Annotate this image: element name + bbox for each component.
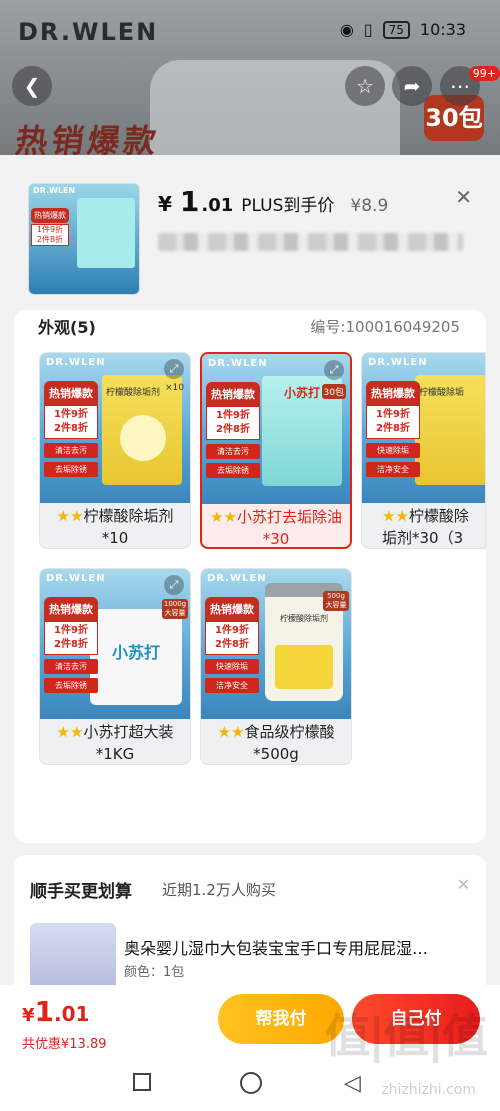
total-discount: 共优惠¥13.89 [22, 1037, 107, 1052]
selected-product-thumbnail[interactable]: DR.WLEN 热销爆款 1件9折 2件8折 [28, 183, 140, 295]
addon-product-color: 颜色：1包 [124, 965, 185, 980]
hot-sale-tag: 热销爆款 1件9折 2件8折 快速除垢 洁净安全 [366, 381, 420, 481]
price-display: ¥1.01 PLUS到手价 ¥8.9 [158, 185, 389, 218]
option-citric-acid-500g[interactable]: DR.WLEN 柠檬酸除垢剂 热销爆款 1件9折 2件8折 快速除垢 洁净安全 5… [200, 568, 352, 765]
thumb-brand: DR.WLEN [33, 186, 76, 195]
expand-icon[interactable]: ⤢ [164, 359, 184, 379]
addon-title: 顺手买更划算 [30, 882, 132, 902]
cart-count-badge: 99+ [468, 66, 500, 81]
hot-sale-tag: 热销爆款 1件9折 2件8折 清洁去污 去垢除锈 [206, 382, 260, 482]
nav-square-icon[interactable] [133, 1073, 151, 1091]
option-label: ★★小苏打去垢除油*30 [210, 508, 342, 548]
option-baking-soda-1kg[interactable]: DR.WLEN 小苏打 热销爆款 1件9折 2件8折 清洁去污 去垢除锈 ⤢ 10… [39, 568, 191, 765]
sheet-header: DR.WLEN 热销爆款 1件9折 2件8折 ¥1.01 PLUS到手价 ¥8.9… [0, 155, 500, 310]
total-price: ¥1.01 [22, 995, 90, 1028]
plus-price-label: PLUS到手价 [241, 196, 335, 216]
clock: 10:33 [419, 20, 466, 39]
option-label: ★★小苏打超大装*1KG [56, 723, 174, 763]
expand-icon[interactable]: ⤢ [324, 360, 344, 380]
favorite-icon[interactable]: ☆ [345, 66, 385, 106]
option-label: ★★柠檬酸除垢剂*10 [56, 507, 174, 547]
option-label: ★★食品级柠檬酸*500g [217, 723, 335, 763]
options-card: 外观(5) 编号:100016049205 DR.WLEN 柠檬酸除垢剂 热销爆… [14, 310, 486, 843]
thumb-discount: 1件9折 2件8折 [31, 224, 69, 246]
option-lemon-10[interactable]: DR.WLEN 柠檬酸除垢剂 热销爆款 1件9折 2件8折 清洁去污 去垢除锈 ⤢… [39, 352, 191, 549]
vibrate-icon: ▯ [363, 20, 373, 39]
addon-product-name[interactable]: 奥朵婴儿湿巾大包装宝宝手口专用屁屁湿… [124, 935, 474, 959]
hot-sale-tag: 热销爆款 1件9折 2件8折 清洁去污 去垢除锈 [44, 381, 98, 481]
blurred-product-title [158, 233, 463, 251]
watermark: 值|值|值 [324, 1009, 488, 1063]
hot-sale-tag: 热销爆款 1件9折 2件8折 快速除垢 洁净安全 [205, 597, 259, 697]
expand-icon[interactable]: ⤢ [164, 575, 184, 595]
package-image: 小苏打 [90, 609, 182, 705]
package-image: 柠檬酸除垢 [415, 375, 485, 485]
addon-subtitle: 近期1.2万人购买 [162, 881, 276, 899]
sku-selector-sheet: DR.WLEN 热销爆款 1件9折 2件8折 ¥1.01 PLUS到手价 ¥8.9… [0, 155, 500, 995]
original-price: ¥8.9 [350, 196, 389, 216]
battery-icon: 75 [382, 20, 410, 39]
nav-back-icon[interactable]: ◁ [344, 1071, 361, 1096]
close-icon[interactable]: ✕ [455, 185, 472, 209]
option-lemon-30[interactable]: DR.WLEN 柠檬酸除垢 热销爆款 1件9折 2件8折 快速除垢 洁净安全 ★★… [361, 352, 486, 549]
lemon-slice-icon [120, 415, 166, 461]
eye-icon: ◉ [339, 20, 354, 39]
addon-recommendation-card: 顺手买更划算 近期1.2万人购买 ✕ 奥朵婴儿湿巾大包装宝宝手口专用屁屁湿… 颜… [14, 855, 486, 995]
nav-circle-icon[interactable] [240, 1072, 262, 1094]
watermark-url: zhizhizhi.com [381, 1082, 476, 1098]
option-baking-soda-30[interactable]: DR.WLEN 小苏打 热销爆款 1件9折 2件8折 清洁去污 去垢除锈 ⤢ 30… [200, 352, 352, 549]
thumb-package [77, 198, 135, 268]
option-label: ★★柠檬酸除垢剂*30（3 [382, 507, 469, 547]
close-icon[interactable]: ✕ [457, 875, 470, 894]
back-icon[interactable]: ❮ [12, 66, 52, 106]
sku-number: 编号:100016049205 [310, 318, 460, 336]
thumb-hot-tag: 热销爆款 [31, 208, 69, 223]
status-bar: ◉ ▯ 75 10:33 [0, 0, 500, 60]
hot-sale-tag: 热销爆款 1件9折 2件8折 清洁去污 去垢除锈 [44, 597, 98, 697]
share-icon[interactable]: ➦ [392, 66, 432, 106]
appearance-section-title: 外观(5) [38, 318, 96, 337]
